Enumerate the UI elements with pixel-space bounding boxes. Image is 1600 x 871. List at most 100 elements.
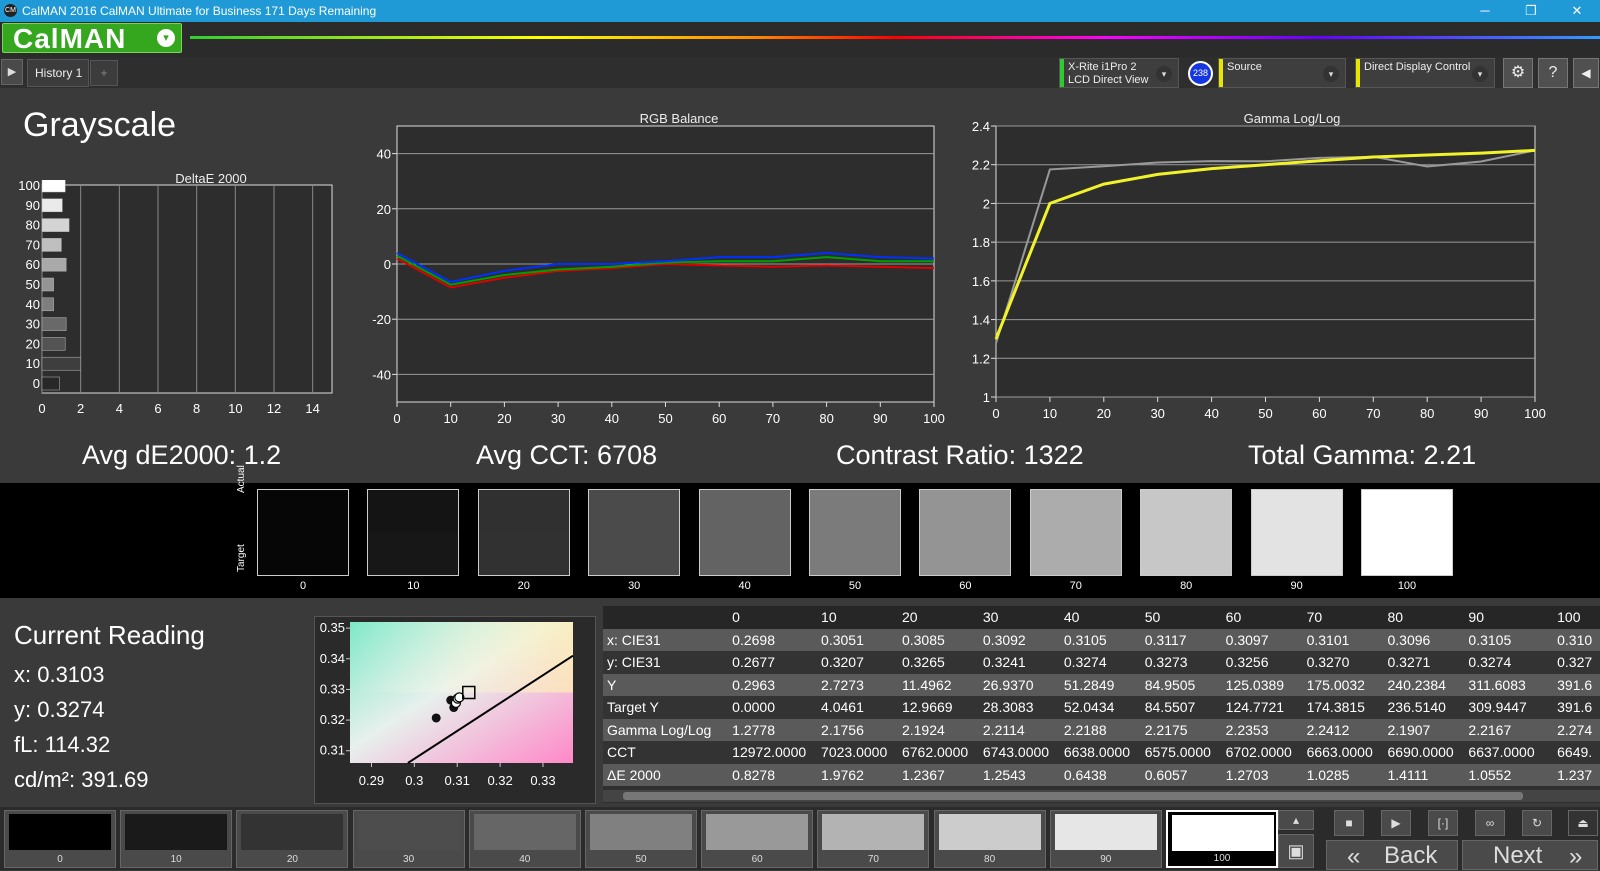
minimize-button[interactable]: ─: [1462, 0, 1508, 22]
title-bar: CM CalMAN 2016 CalMAN Ultimate for Busin…: [0, 0, 1600, 22]
rgb-x-tick: 80: [819, 411, 833, 426]
refresh-button[interactable]: ↻: [1522, 810, 1552, 836]
table-cell: 2.2412: [1302, 718, 1384, 741]
collapse-button[interactable]: ◀: [1573, 58, 1599, 88]
patch-button[interactable]: 40: [468, 810, 581, 868]
grayscale-swatch[interactable]: [1250, 489, 1343, 576]
patch-label: 60: [751, 854, 763, 865]
table-cell: 1.2367: [897, 763, 979, 786]
settings-button[interactable]: ⚙: [1503, 58, 1533, 88]
table-row[interactable]: CCT 12972.0000 7023.0000 6762.0000 6743.0000…: [603, 741, 1600, 764]
grayscale-swatch[interactable]: [809, 489, 901, 576]
table-cell: 0.2963: [728, 673, 818, 696]
rgb-x-tick: 70: [766, 411, 780, 426]
close-button[interactable]: ✕: [1554, 0, 1600, 22]
grayscale-swatch[interactable]: [1361, 489, 1453, 576]
patch-button[interactable]: 0: [4, 810, 116, 868]
stop-icon: ■: [1345, 816, 1353, 830]
chevron-down-icon: ▾: [1472, 66, 1488, 82]
scrollbar-thumb[interactable]: [623, 792, 1523, 800]
patch-button[interactable]: 30: [352, 810, 465, 868]
table-cell: 2.7273: [817, 673, 898, 696]
table-cell: 0.3097: [1221, 628, 1303, 651]
back-label: Back: [1384, 842, 1438, 869]
next-button[interactable]: Next »: [1462, 840, 1598, 870]
deltae-bar: [41, 376, 60, 391]
grayscale-swatch[interactable]: [698, 489, 791, 576]
sidebar-expand-button[interactable]: ▶: [1, 59, 23, 85]
play-button[interactable]: ▶: [1381, 810, 1411, 836]
patch-button[interactable]: 80: [933, 810, 1046, 868]
help-icon: ?: [1548, 64, 1558, 81]
table-cell: 174.3815: [1302, 696, 1384, 719]
patch-button[interactable]: 50: [585, 810, 697, 868]
capture-button[interactable]: ▣: [1278, 834, 1314, 868]
column-header: [603, 606, 729, 629]
rgb-x-tick: 10: [443, 411, 457, 426]
maximize-button[interactable]: ❐: [1508, 0, 1554, 22]
table-cell: 6575.0000: [1140, 741, 1222, 764]
grayscale-swatch[interactable]: [919, 489, 1012, 576]
grayscale-swatch[interactable]: [477, 489, 570, 576]
range-icon: [·]: [1437, 816, 1449, 830]
patch-button[interactable]: 20: [236, 810, 349, 868]
table-row[interactable]: Target Y 0.0000 4.0461 12.9669 28.3083 52.043…: [603, 696, 1600, 719]
patch-button[interactable]: 70: [817, 810, 930, 868]
add-tab-button[interactable]: +: [90, 60, 118, 86]
table-row[interactable]: x: CIE31 0.2698 0.3051 0.3085 0.3092 0.3105 0.…: [603, 628, 1600, 651]
patch-label: 20: [286, 854, 298, 865]
stop-button[interactable]: ■: [1334, 810, 1364, 836]
patch-label: 50: [635, 854, 647, 865]
table-row[interactable]: ΔE 2000 0.8278 1.9762 1.2367 1.2543 0.6438 0.6…: [603, 763, 1600, 786]
column-header: 10: [817, 606, 898, 629]
source-selector[interactable]: Source ▾: [1218, 58, 1346, 88]
table-cell: 26.9370: [978, 673, 1060, 696]
table-cell: 125.0389: [1221, 673, 1303, 696]
meter-badge[interactable]: 238: [1188, 61, 1213, 86]
display-selector[interactable]: Direct Display Control ▾: [1355, 58, 1495, 88]
column-header: 100: [1553, 606, 1600, 629]
deltae-x-tick: 6: [154, 401, 161, 416]
patch-label: 40: [519, 854, 531, 865]
patch-button[interactable]: 100: [1166, 810, 1278, 868]
deltae-y-tick: 70: [26, 237, 40, 252]
back-button[interactable]: « Back: [1326, 840, 1458, 870]
grayscale-swatch[interactable]: [257, 489, 349, 576]
swatch-label: 70: [1069, 580, 1082, 592]
help-button[interactable]: ?: [1538, 58, 1568, 88]
gamma-x-tick: 90: [1474, 406, 1488, 421]
rgb-x-tick: 100: [923, 411, 945, 426]
patch-button[interactable]: 10: [120, 810, 233, 868]
deltae-y-tick: 50: [26, 277, 40, 292]
meter-selector[interactable]: X-Rite i1Pro 2 LCD Direct View ▾: [1059, 58, 1179, 88]
table-row[interactable]: Y 0.2963 2.7273 11.4962 26.9370 51.2849 84.950…: [603, 673, 1600, 696]
logo-text: CalMAN: [13, 23, 127, 54]
patch-label: 80: [984, 854, 996, 865]
eject-button[interactable]: ⏏: [1568, 810, 1598, 836]
grayscale-swatch[interactable]: [1140, 489, 1233, 576]
patch-color: [822, 814, 925, 850]
column-header: 30: [978, 606, 1060, 629]
avg-cct-stat: Avg CCT: 6708: [476, 440, 658, 470]
patch-button[interactable]: 60: [701, 810, 814, 868]
range-button[interactable]: [·]: [1428, 810, 1458, 836]
grayscale-swatch[interactable]: [1029, 489, 1122, 576]
table-scrollbar[interactable]: [603, 790, 1600, 802]
column-header: 70: [1302, 606, 1384, 629]
patch-color: [706, 814, 809, 850]
patch-button[interactable]: 90: [1049, 810, 1162, 868]
grayscale-swatch[interactable]: [367, 489, 460, 576]
gamma-x-tick: 50: [1258, 406, 1272, 421]
table-row[interactable]: Gamma Log/Log 1.2778 2.1756 2.1924 2.2114 2.2…: [603, 718, 1600, 741]
table-cell: 6762.0000: [897, 741, 979, 764]
calman-logo-button[interactable]: CalMAN ▾: [2, 23, 182, 54]
gamma-x-tick: 30: [1150, 406, 1164, 421]
loop-button[interactable]: ∞: [1475, 810, 1505, 836]
rgb-x-tick: 30: [551, 411, 565, 426]
table-row[interactable]: y: CIE31 0.2677 0.3207 0.3265 0.3241 0.3274 0.…: [603, 651, 1600, 674]
deltae-bar: [41, 317, 67, 331]
tab-history-1[interactable]: History 1: [27, 59, 89, 87]
table-cell: 2.2353: [1221, 718, 1303, 741]
scroll-up-button[interactable]: ▴: [1278, 810, 1314, 830]
grayscale-swatch[interactable]: [588, 489, 681, 576]
